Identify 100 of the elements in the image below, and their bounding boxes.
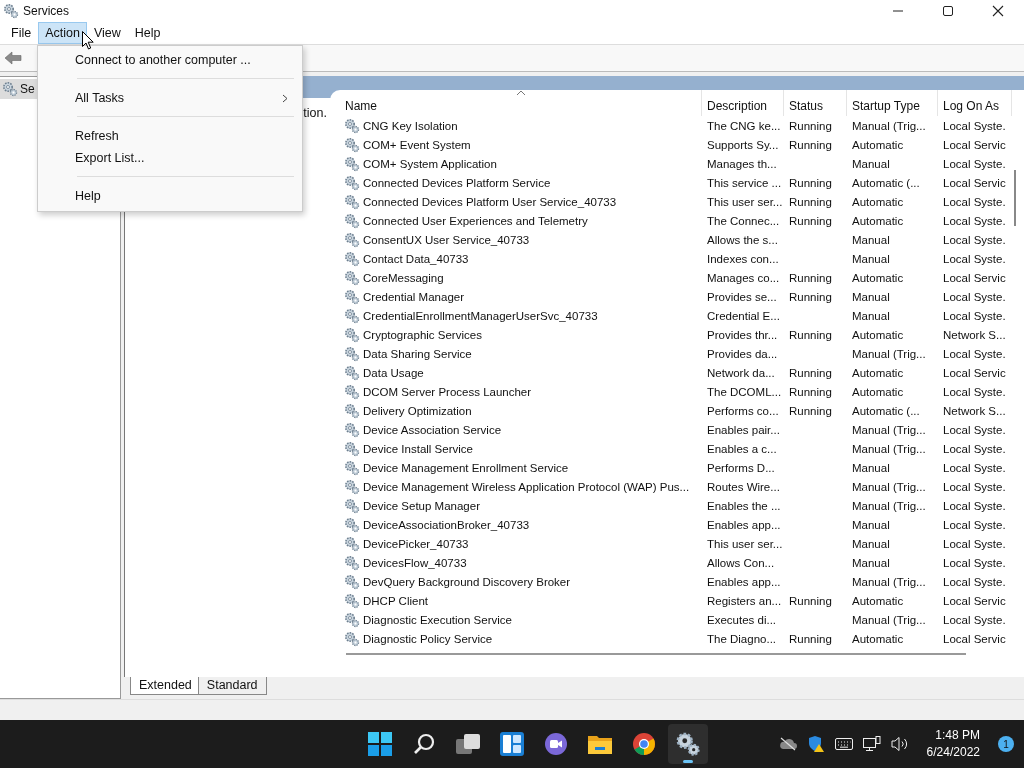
table-cell: Connected User Experiences and Telemetry [363,214,588,227]
notification-badge[interactable]: 1 [998,736,1014,752]
table-cell: Credential E... [707,309,780,322]
table-cell: The DCOML... [707,385,782,398]
column-header[interactable]: Status [784,90,847,116]
table-cell: Local Syste. [943,252,1006,265]
table-cell: Local Syste. [943,518,1006,531]
gear-icon [344,117,360,134]
gear-icon [2,81,18,97]
table-cell: Provides thr... [707,328,778,341]
table-cell: Manual (Trig... [852,499,926,512]
back-arrow-icon[interactable] [4,51,22,65]
shield-warning-icon[interactable] [806,735,825,753]
table-cell: Data Sharing Service [363,347,472,360]
table-cell: Manual [852,157,890,170]
table-cell: Indexes con... [707,252,779,265]
gear-icon [344,212,360,229]
table-cell: Local Syste. [943,347,1006,360]
menu-item[interactable]: File [4,22,39,44]
table-cell: Manual [852,461,890,474]
table-cell: Local Servic [943,594,1006,607]
gear-icon [344,592,360,609]
table-cell: Data Usage [363,366,424,379]
table-cell: Local Syste. [943,537,1006,550]
table-cell: Connected Devices Platform User Service_40733 [363,195,617,208]
table-cell: DeviceAssociationBroker_40733 [363,518,530,531]
table-cell: Manual [852,233,890,246]
table-cell: Manual (Trig... [852,119,926,132]
table-cell: CoreMessaging [363,271,444,284]
gear-icon [344,250,360,267]
table-cell: Automatic [852,632,904,645]
table-cell: Enables the ... [707,499,781,512]
gear-icon [344,174,360,191]
active-indicator [683,760,694,763]
table-cell: Enables app... [707,518,781,531]
table-cell: Running [789,594,832,607]
table-cell: Enables pair... [707,423,780,436]
keyboard-icon[interactable] [834,738,853,750]
view-tab[interactable]: Extended [130,677,201,695]
table-cell: Manual (Trig... [852,347,926,360]
table-cell: This service ... [707,176,782,189]
table-cell: Running [789,632,832,645]
table-cell: Local Servic [943,138,1006,151]
gear-icon [344,554,360,571]
maximize-icon[interactable] [942,5,954,17]
table-cell: Device Setup Manager [363,499,480,512]
gear-icon [344,193,360,210]
menu-item[interactable]: Action [38,22,87,44]
table-cell: Automatic [852,271,904,284]
menu-item[interactable]: Help [38,185,302,207]
table-cell: The Connec... [707,214,780,227]
table-cell: DevQuery Background Discovery Broker [363,575,571,588]
column-header[interactable]: Startup Type [847,90,938,116]
table-cell: Automatic (... [852,176,920,189]
table-cell: Local Syste. [943,157,1006,170]
table-cell: Automatic [852,195,904,208]
table-cell: Connected Devices Platform Service [363,176,551,189]
gear-icon [344,364,360,381]
table-cell: Supports Sy... [707,138,779,151]
view-tab[interactable]: Standard [197,677,267,695]
table-cell: Local Servic [943,366,1006,379]
menu-item[interactable]: Help [127,22,168,44]
table-cell: Manual [852,309,890,322]
browser-icon [632,732,657,756]
table-cell: Local Syste. [943,442,1006,455]
table-cell: Running [789,195,832,208]
column-header[interactable]: Log On As [938,90,1012,116]
vertical-scrollbar[interactable] [1014,170,1016,226]
volume-icon[interactable] [890,736,909,752]
folder-icon [587,733,614,755]
table-cell: Registers an... [707,594,782,607]
table-cell: Manual (Trig... [852,613,926,626]
table-cell: Enables app... [707,575,781,588]
gear-icon [344,630,360,647]
cloud-off-icon[interactable] [778,737,797,751]
window-title: Services [23,4,69,18]
table-cell: Running [789,328,832,341]
taskbar-button[interactable] [668,724,709,764]
table-cell: Local Servic [943,271,1006,284]
table-cell: Local Syste. [943,214,1006,227]
column-header[interactable]: Description [702,90,784,116]
table-cell: Allows the s... [707,233,778,246]
table-cell: CNG Key Isolation [363,119,458,132]
gear-icon [344,345,360,362]
column-header[interactable]: Name [340,90,702,116]
menu-item[interactable]: Export List... [38,147,302,169]
menu-item[interactable]: Refresh [38,125,302,147]
table-cell: CredentialEnrollmentManagerUserSvc_40733 [363,309,598,322]
clock[interactable]: 1:48 PM 6/24/2022 [926,727,980,761]
table-cell: Local Syste. [943,119,1006,132]
gear-icon [344,326,360,343]
close-icon[interactable] [992,5,1004,17]
horizontal-scrollbar[interactable] [346,653,966,655]
table-cell: Routes Wire... [707,480,780,493]
gear-icon [344,383,360,400]
table-cell: Executes di... [707,613,777,626]
network-icon[interactable] [862,736,881,752]
table-cell: Manual (Trig... [852,575,926,588]
table-cell: DevicePicker_40733 [363,537,469,550]
table-cell: Local Syste. [943,480,1006,493]
